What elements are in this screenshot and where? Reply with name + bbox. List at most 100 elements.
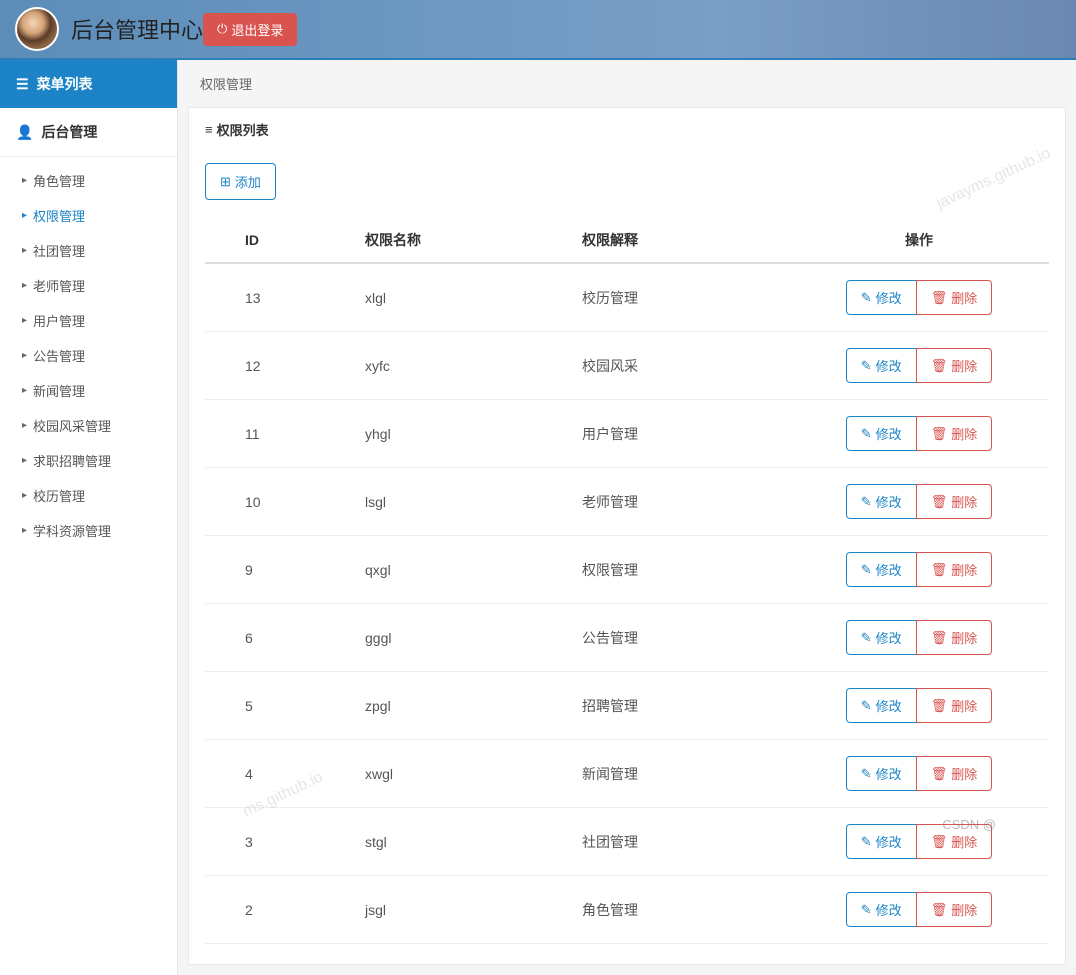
avatar — [15, 7, 59, 51]
delete-button[interactable]: 🗑删除 — [916, 416, 993, 451]
table-row: 11yhgl用户管理✎修改🗑删除 — [205, 400, 1049, 468]
cell-id: 10 — [205, 468, 355, 536]
trash-icon: 🗑 — [931, 426, 948, 442]
cell-desc: 公告管理 — [572, 604, 789, 672]
panel-title: 权限列表 — [217, 120, 269, 139]
caret-right-icon: ▸ — [22, 385, 27, 396]
table-header-row: ID 权限名称 权限解释 操作 — [205, 218, 1049, 263]
sidebar-item[interactable]: ▸角色管理 — [0, 163, 177, 198]
logout-button[interactable]: ⏻ 退出登录 — [203, 13, 297, 46]
table-row: 2jsgl角色管理✎修改🗑删除 — [205, 876, 1049, 944]
delete-button[interactable]: 🗑删除 — [916, 688, 993, 723]
edit-label: 修改 — [876, 832, 902, 851]
delete-label: 删除 — [951, 424, 977, 443]
sidebar-item[interactable]: ▸校园风采管理 — [0, 408, 177, 443]
list-icon: ☰ — [16, 76, 29, 93]
table-row: 10lsgl老师管理 ✎修改🗑删除 — [205, 468, 1049, 536]
edit-button[interactable]: ✎修改 — [846, 552, 917, 587]
edit-button[interactable]: ✎修改 — [846, 348, 917, 383]
edit-button[interactable]: ✎修改 — [846, 620, 917, 655]
edit-label: 修改 — [876, 288, 902, 307]
cell-id: 12 — [205, 332, 355, 400]
cell-desc: 老师管理 — [572, 468, 789, 536]
delete-button[interactable]: 🗑删除 — [916, 484, 993, 519]
edit-button[interactable]: ✎修改 — [846, 484, 917, 519]
edit-label: 修改 — [876, 900, 902, 919]
sidebar-item-label: 求职招聘管理 — [33, 451, 111, 470]
cell-name: xlgl — [355, 263, 572, 332]
cell-ops: ✎修改🗑删除 — [789, 332, 1049, 400]
delete-button[interactable]: 🗑删除 — [916, 892, 993, 927]
cell-name: stgl — [355, 808, 572, 876]
trash-icon: 🗑 — [931, 494, 948, 510]
table-row: 6gggl公告管理✎修改🗑删除 — [205, 604, 1049, 672]
sidebar-item[interactable]: ▸ 老师管理 — [0, 268, 177, 303]
delete-label: 删除 — [951, 628, 977, 647]
sidebar-item-label: 老师管理 — [33, 276, 85, 295]
sidebar-item-label: 学科资源管理 — [33, 521, 111, 540]
delete-label: 删除 — [951, 832, 977, 851]
cell-name: yhgl — [355, 400, 572, 468]
cell-ops: ✎修改🗑删除 — [789, 263, 1049, 332]
cell-id: 13 — [205, 263, 355, 332]
col-ops: 操作 — [789, 218, 1049, 263]
edit-button[interactable]: ✎修改 — [846, 892, 917, 927]
col-id: ID — [205, 218, 355, 263]
delete-button[interactable]: 🗑删除 — [916, 620, 993, 655]
cell-ops: ✎修改🗑删除 — [789, 740, 1049, 808]
trash-icon: 🗑 — [931, 290, 948, 306]
sidebar-item-label: 公告管理 — [33, 346, 85, 365]
sidebar-item[interactable]: ▸ 公告管理 — [0, 338, 177, 373]
delete-button[interactable]: 🗑删除 — [916, 552, 993, 587]
user-icon: 👤 — [16, 124, 33, 141]
menu-header: ☰ 菜单列表 — [0, 60, 177, 108]
plus-icon: ⊞ — [220, 174, 231, 190]
edit-label: 修改 — [876, 764, 902, 783]
sidebar-item[interactable]: ▸校历管理 — [0, 478, 177, 513]
edit-button[interactable]: ✎修改 — [846, 688, 917, 723]
edit-button[interactable]: ✎修改 — [846, 416, 917, 451]
delete-button[interactable]: 🗑删除 — [916, 280, 993, 315]
delete-label: 删除 — [951, 696, 977, 715]
col-name: 权限名称 — [355, 218, 572, 263]
cell-name: gggl — [355, 604, 572, 672]
edit-label: 修改 — [876, 424, 902, 443]
table-row: 9qxgl权限管理✎修改🗑删除 — [205, 536, 1049, 604]
menu-section[interactable]: 👤 后台管理 — [0, 108, 177, 157]
caret-right-icon: ▸ — [22, 525, 27, 536]
edit-icon: ✎ — [861, 834, 872, 850]
sidebar-item[interactable]: ▸ 学科资源管理 — [0, 513, 177, 548]
trash-icon: 🗑 — [931, 698, 948, 714]
edit-button[interactable]: ✎修改 — [846, 824, 917, 859]
delete-label: 删除 — [951, 560, 977, 579]
delete-label: 删除 — [951, 288, 977, 307]
add-button[interactable]: ⊞ 添加 — [205, 163, 276, 200]
edit-button[interactable]: ✎修改 — [846, 756, 917, 791]
sidebar-item[interactable]: ▸社团管理 — [0, 233, 177, 268]
permission-panel: ≡ 权限列表 ⊞ 添加 ID 权限名称 权限解释 操作 — [188, 107, 1066, 965]
delete-button[interactable]: 🗑删除 — [916, 824, 993, 859]
sidebar-item[interactable]: ▸新闻管理 — [0, 373, 177, 408]
trash-icon: 🗑 — [931, 902, 948, 918]
edit-button[interactable]: ✎修改 — [846, 280, 917, 315]
delete-button[interactable]: 🗑删除 — [916, 348, 993, 383]
cell-desc: 招聘管理 — [572, 672, 789, 740]
caret-right-icon: ▸ — [22, 280, 27, 291]
sidebar-item-label: 校园风采管理 — [33, 416, 111, 435]
menu-icon: ≡ — [205, 122, 213, 137]
permission-table: ID 权限名称 权限解释 操作 13xlgl校历管理✎修改🗑删除12xyfc校园… — [205, 218, 1049, 944]
sidebar-item[interactable]: ▸求职招聘管理 — [0, 443, 177, 478]
edit-icon: ✎ — [861, 698, 872, 714]
cell-name: lsgl — [355, 468, 572, 536]
main-content: 权限管理 ≡权限列表 ⊞ 添加 ID 权限名称 权限解释 操作 — [178, 60, 1076, 975]
edit-icon: ✎ — [861, 902, 872, 918]
app-header: 后台管理中心 ⏻ 退出登录 — [0, 0, 1076, 60]
sidebar-item[interactable]: ▸用户管理 — [0, 303, 177, 338]
edit-label: 修改 — [876, 492, 902, 511]
sidebar-item[interactable]: ▸权限管理 — [0, 198, 177, 233]
cell-desc: 角色管理 — [572, 876, 789, 944]
delete-button[interactable]: 🗑删除 — [916, 756, 993, 791]
cell-id: 11 — [205, 400, 355, 468]
cell-ops: ✎修改🗑删除 — [789, 672, 1049, 740]
caret-right-icon: ▸ — [22, 350, 27, 361]
